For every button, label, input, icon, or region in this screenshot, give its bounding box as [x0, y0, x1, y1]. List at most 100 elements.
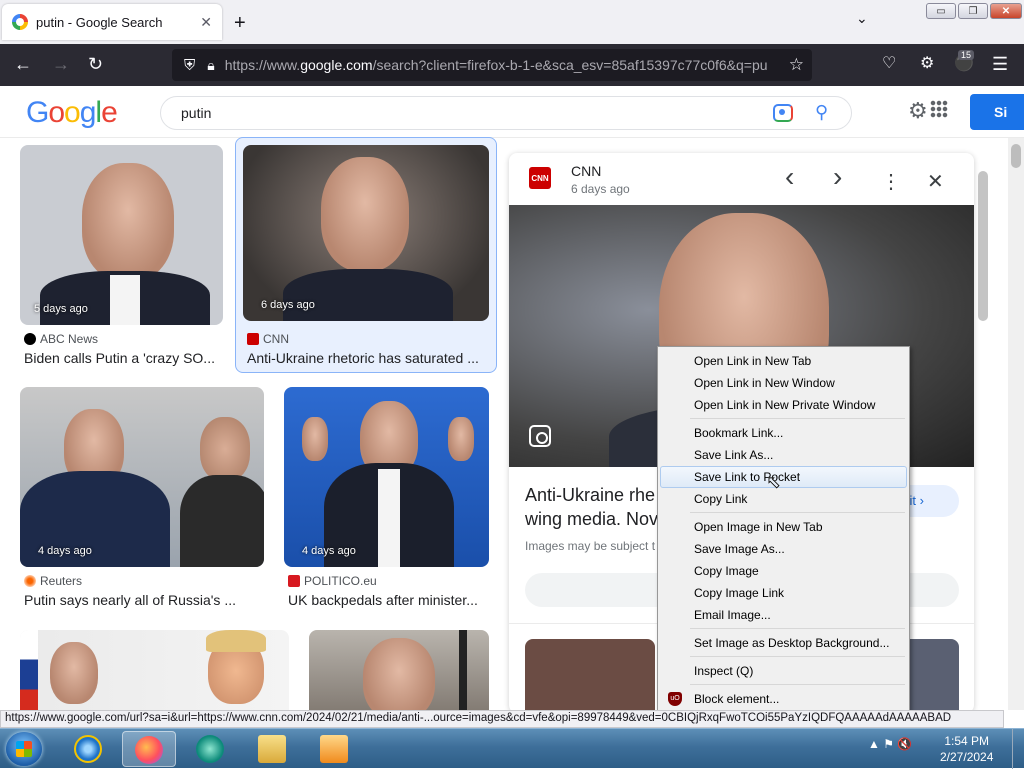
menu-item-copy-image-link[interactable]: Copy Image Link [660, 582, 907, 604]
menu-item-open-link-private-window[interactable]: Open Link in New Private Window [660, 394, 907, 416]
tracking-shield-icon[interactable]: ⛨ [184, 57, 195, 74]
ublock-origin-icon: uO [668, 692, 682, 706]
next-image-icon[interactable]: › [833, 161, 842, 193]
link-status-bar: https://www.google.com/url?sa=i&url=http… [0, 710, 1004, 728]
taskbar-app[interactable] [184, 731, 238, 767]
result-source[interactable]: CNN [247, 332, 289, 346]
url-text[interactable]: https://www.google.com/search?client=fir… [225, 57, 775, 73]
menu-item-save-image-as[interactable]: Save Image As... [660, 538, 907, 560]
result-source[interactable]: POLITICO.eu [288, 574, 377, 588]
previous-image-icon[interactable]: ‹ [785, 161, 794, 193]
google-apps-icon[interactable] [930, 100, 948, 118]
sign-in-button[interactable]: Si [970, 94, 1024, 130]
result-age: 4 days ago [302, 545, 356, 557]
media-player-icon [320, 735, 348, 763]
result-thumbnail[interactable] [309, 630, 489, 720]
start-button[interactable] [6, 732, 42, 766]
back-arrow-icon[interactable]: ← [14, 54, 32, 74]
menu-separator [690, 512, 905, 513]
result-thumbnail[interactable]: 4 days ago [20, 387, 264, 567]
panel-source-name[interactable]: CNN [571, 163, 601, 179]
folder-icon [258, 735, 286, 763]
menu-separator [690, 628, 905, 629]
menu-item-open-image-new-tab[interactable]: Open Image in New Tab [660, 516, 907, 538]
search-inside-image-icon[interactable] [529, 425, 551, 447]
taskbar-explorer[interactable] [246, 731, 300, 767]
google-favicon-icon [12, 14, 28, 30]
panel-age: 6 days ago [571, 182, 630, 196]
window-close-button[interactable]: ✕ [990, 3, 1022, 19]
google-lens-icon[interactable] [773, 104, 793, 122]
panel-scrollbar[interactable] [976, 153, 990, 709]
more-options-icon[interactable]: ⋮ [881, 169, 901, 194]
reload-icon[interactable]: ↻ [88, 54, 103, 74]
menu-separator [690, 656, 905, 657]
close-panel-icon[interactable]: ✕ [927, 169, 944, 194]
lock-icon[interactable]: 🔒︎ [207, 57, 214, 74]
menu-item-save-link-as[interactable]: Save Link As... [660, 444, 907, 466]
menu-separator [690, 418, 905, 419]
taskbar-firefox[interactable] [122, 731, 176, 767]
bookmark-star-icon[interactable]: ☆ [789, 55, 804, 75]
tab-close-icon[interactable]: ✕ [200, 14, 212, 31]
settings-gear-icon[interactable]: ⚙ [908, 98, 928, 124]
taskbar-media-player[interactable] [308, 731, 362, 767]
internet-explorer-icon [74, 735, 102, 763]
page-scrollbar[interactable] [1008, 138, 1024, 710]
system-tray[interactable]: ▲ ⚑ 🔇 [868, 737, 912, 751]
mouse-pointer-icon: ⬁ [766, 472, 782, 492]
list-all-tabs-icon[interactable]: ⌄ [856, 10, 868, 27]
browser-tab-strip: putin - Google Search ✕ + ⌄ ▭ ❐ ✕ [0, 0, 1024, 44]
menu-item-open-link-new-tab[interactable]: Open Link in New Tab [660, 350, 907, 372]
navigation-toolbar: ← → ↻ ⛨ 🔒︎ https://www.google.com/search… [0, 44, 1024, 86]
result-caption[interactable]: UK backpedals after minister... [288, 592, 488, 608]
result-thumbnail[interactable]: 4 days ago [284, 387, 489, 567]
windows-taskbar: ▲ ⚑ 🔇 1:54 PM 2/27/2024 [0, 728, 1024, 769]
window-minimize-button[interactable]: ▭ [926, 3, 956, 19]
cnn-favicon-icon [247, 333, 259, 345]
result-thumbnail[interactable]: 5 days ago [20, 145, 223, 325]
search-input[interactable]: putin ⚲ [160, 96, 852, 130]
google-logo[interactable]: Google [26, 96, 118, 130]
result-thumbnail[interactable]: 6 days ago [243, 145, 489, 321]
clock[interactable]: 1:54 PM 2/27/2024 [940, 733, 993, 765]
result-caption[interactable]: Putin says nearly all of Russia's ... [24, 592, 264, 608]
result-source[interactable]: ABC News [24, 332, 98, 346]
pocket-icon[interactable]: ♡ [882, 54, 896, 74]
result-thumbnail[interactable] [20, 630, 289, 720]
taskbar-internet-explorer[interactable] [62, 731, 116, 767]
result-age: 4 days ago [38, 545, 92, 557]
abc-news-favicon-icon [24, 333, 36, 345]
related-image[interactable] [525, 639, 655, 713]
context-menu: Open Link in New Tab Open Link in New Wi… [657, 346, 910, 712]
result-caption[interactable]: Biden calls Putin a 'crazy SO... [24, 350, 224, 366]
search-icon[interactable]: ⚲ [815, 102, 828, 123]
url-bar[interactable]: ⛨ 🔒︎ https://www.google.com/search?clien… [172, 49, 812, 81]
menu-item-bookmark-link[interactable]: Bookmark Link... [660, 422, 907, 444]
menu-item-copy-image[interactable]: Copy Image [660, 560, 907, 582]
extension-count-badge: 15 [958, 50, 975, 60]
search-query[interactable]: putin [181, 105, 211, 121]
menu-item-save-link-to-pocket[interactable]: Save Link to Pocket [660, 466, 907, 488]
result-caption[interactable]: Anti-Ukraine rhetoric has saturated ... [247, 350, 487, 366]
menu-item-email-image[interactable]: Email Image... [660, 604, 907, 626]
menu-item-set-desktop-background[interactable]: Set Image as Desktop Background... [660, 632, 907, 654]
result-source[interactable]: Reuters [24, 574, 82, 588]
menu-item-copy-link[interactable]: Copy Link [660, 488, 907, 510]
new-tab-button[interactable]: + [234, 12, 246, 35]
cnn-logo-icon: CNN [529, 167, 551, 189]
active-tab[interactable]: putin - Google Search ✕ [2, 4, 222, 40]
app-globe-icon [196, 735, 224, 763]
extensions-icon[interactable]: ⚙ [920, 54, 934, 74]
politico-favicon-icon [288, 575, 300, 587]
menu-item-open-link-new-window[interactable]: Open Link in New Window [660, 372, 907, 394]
forward-arrow-icon[interactable]: → [52, 54, 70, 74]
window-maximize-button[interactable]: ❐ [958, 3, 988, 19]
menu-item-block-element[interactable]: uO Block element... [660, 688, 907, 710]
hamburger-menu-icon[interactable]: ☰ [992, 54, 1008, 74]
menu-item-inspect[interactable]: Inspect (Q) [660, 660, 907, 682]
copyright-note: Images may be subject t [525, 539, 656, 553]
show-desktop-button[interactable] [1012, 729, 1024, 769]
reuters-favicon-icon [24, 575, 36, 587]
result-age: 5 days ago [34, 303, 88, 315]
